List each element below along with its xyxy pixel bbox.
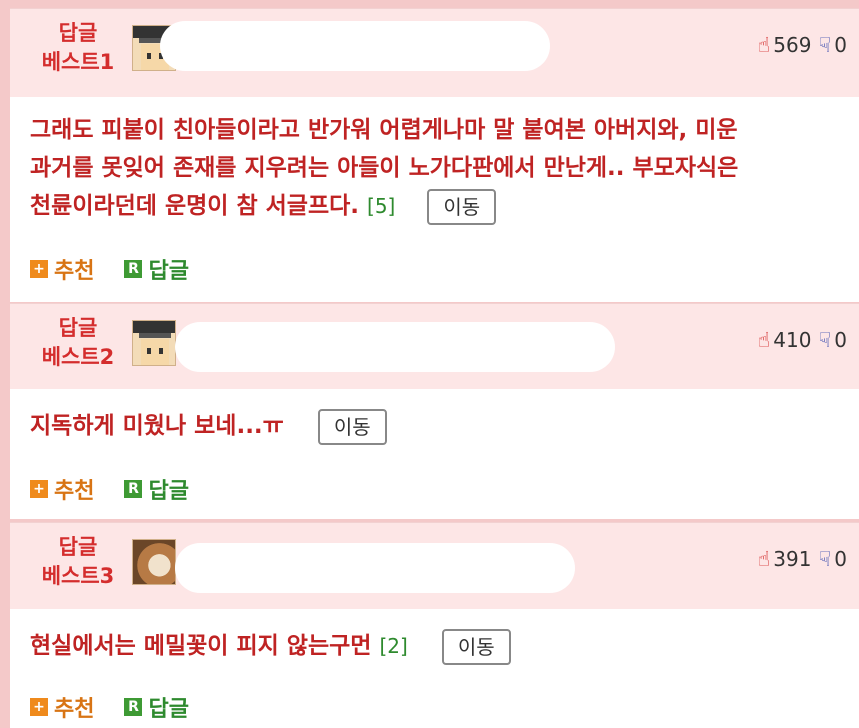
badge-line1: 답글	[58, 316, 98, 340]
reply-count[interactable]: [5]	[367, 194, 395, 218]
move-button[interactable]: 이동	[441, 628, 511, 665]
avatar[interactable]	[132, 539, 176, 585]
reply-text-line: 그래도 피붙이 친아들이라고 반가워 어렵게나마 말 붙여본 아버지와, 미운	[30, 117, 738, 143]
reply-r-icon: R	[124, 260, 143, 278]
badge-line1: 답글	[58, 21, 98, 45]
best-reply-1: 답글 베스트1 ☝ 569 ☟ 0 그래도 피붙이 친아들이라고 반가워 어렵게…	[10, 8, 859, 302]
redacted-username	[175, 543, 575, 593]
recommend-button[interactable]: + 추천	[30, 253, 94, 285]
best-badge: 답글 베스트2	[28, 314, 128, 372]
badge-line1: 답글	[58, 535, 98, 559]
downvote-count: 0	[834, 33, 847, 57]
reply-r-icon: R	[124, 698, 143, 716]
reply-body: 현실에서는 메밀꽃이 피지 않는구먼 [2] 이동 + 추천 R 답글	[10, 609, 859, 728]
reply-header: 답글 베스트1 ☝ 569 ☟ 0	[10, 8, 859, 97]
reply-text-line: 과거를 못잊어 존재를 지우려는 아들이 노가다판에서 만난게.. 부모자식은	[30, 155, 739, 181]
recommend-label: 추천	[54, 697, 95, 722]
plus-icon: +	[30, 480, 48, 498]
thumb-down-icon[interactable]: ☟	[818, 33, 831, 57]
best-replies-list: 답글 베스트1 ☝ 569 ☟ 0 그래도 피붙이 친아들이라고 반가워 어렵게…	[0, 0, 859, 728]
reply-body: 그래도 피붙이 친아들이라고 반가워 어렵게나마 말 붙여본 아버지와, 미운 …	[10, 97, 859, 302]
reply-text: 지독하게 미웠나 보네...ㅠ 이동	[30, 407, 387, 445]
badge-line2: 베스트1	[41, 50, 115, 74]
reply-header: 답글 베스트3 ☝ 391 ☟ 0	[10, 522, 859, 609]
upvote-count: 391	[773, 547, 812, 571]
reply-text: 현실에서는 메밀꽃이 피지 않는구먼 [2] 이동	[30, 627, 511, 665]
avatar[interactable]	[132, 320, 176, 366]
plus-icon: +	[30, 260, 48, 278]
reply-actions: + 추천 R 답글	[30, 253, 219, 285]
vote-counts: ☝ 569 ☟ 0	[757, 33, 847, 57]
reply-text-line: 천륜이라던데 운명이 참 서글프다.	[30, 193, 359, 219]
recommend-button[interactable]: + 추천	[30, 473, 94, 505]
reply-label: 답글	[148, 697, 189, 722]
reply-text: 그래도 피붙이 친아들이라고 반가워 어렵게나마 말 붙여본 아버지와, 미운 …	[30, 111, 738, 225]
reply-actions: + 추천 R 답글	[30, 691, 219, 723]
recommend-label: 추천	[54, 479, 95, 504]
downvote-count: 0	[834, 547, 847, 571]
vote-counts: ☝ 410 ☟ 0	[757, 328, 847, 352]
badge-line2: 베스트3	[41, 564, 115, 588]
reply-label: 답글	[148, 259, 189, 284]
upvote-count: 410	[773, 328, 812, 352]
recommend-button[interactable]: + 추천	[30, 691, 94, 723]
reply-text-line: 지독하게 미웠나 보네...ㅠ	[30, 413, 284, 439]
reply-button[interactable]: R 답글	[124, 473, 189, 505]
reply-header: 답글 베스트2 ☝ 410 ☟ 0	[10, 303, 859, 389]
thumb-down-icon[interactable]: ☟	[818, 328, 831, 352]
redacted-username	[175, 322, 615, 372]
reply-body: 지독하게 미웠나 보네...ㅠ 이동 + 추천 R 답글	[10, 389, 859, 519]
best-reply-2: 답글 베스트2 ☝ 410 ☟ 0 지독하게 미웠나 보네...ㅠ 이동 + 추…	[10, 303, 859, 519]
upvote-count: 569	[773, 33, 812, 57]
reply-actions: + 추천 R 답글	[30, 473, 219, 505]
downvote-count: 0	[834, 328, 847, 352]
thumb-up-icon[interactable]: ☝	[757, 33, 770, 57]
reply-count[interactable]: [2]	[379, 634, 407, 658]
recommend-label: 추천	[54, 259, 95, 284]
move-button[interactable]: 이동	[427, 188, 497, 225]
badge-line2: 베스트2	[41, 345, 115, 369]
thumb-down-icon[interactable]: ☟	[818, 547, 831, 571]
reply-r-icon: R	[124, 480, 143, 498]
thumb-up-icon[interactable]: ☝	[757, 547, 770, 571]
plus-icon: +	[30, 698, 48, 716]
best-badge: 답글 베스트3	[28, 533, 128, 591]
reply-button[interactable]: R 답글	[124, 691, 189, 723]
reply-text-line: 현실에서는 메밀꽃이 피지 않는구먼	[30, 633, 372, 659]
reply-label: 답글	[148, 479, 189, 504]
best-reply-3: 답글 베스트3 ☝ 391 ☟ 0 현실에서는 메밀꽃이 피지 않는구먼 [2]…	[10, 522, 859, 728]
move-button[interactable]: 이동	[317, 408, 387, 445]
redacted-username	[160, 21, 550, 71]
thumb-up-icon[interactable]: ☝	[757, 328, 770, 352]
vote-counts: ☝ 391 ☟ 0	[757, 547, 847, 571]
best-badge: 답글 베스트1	[28, 19, 128, 77]
reply-button[interactable]: R 답글	[124, 253, 189, 285]
